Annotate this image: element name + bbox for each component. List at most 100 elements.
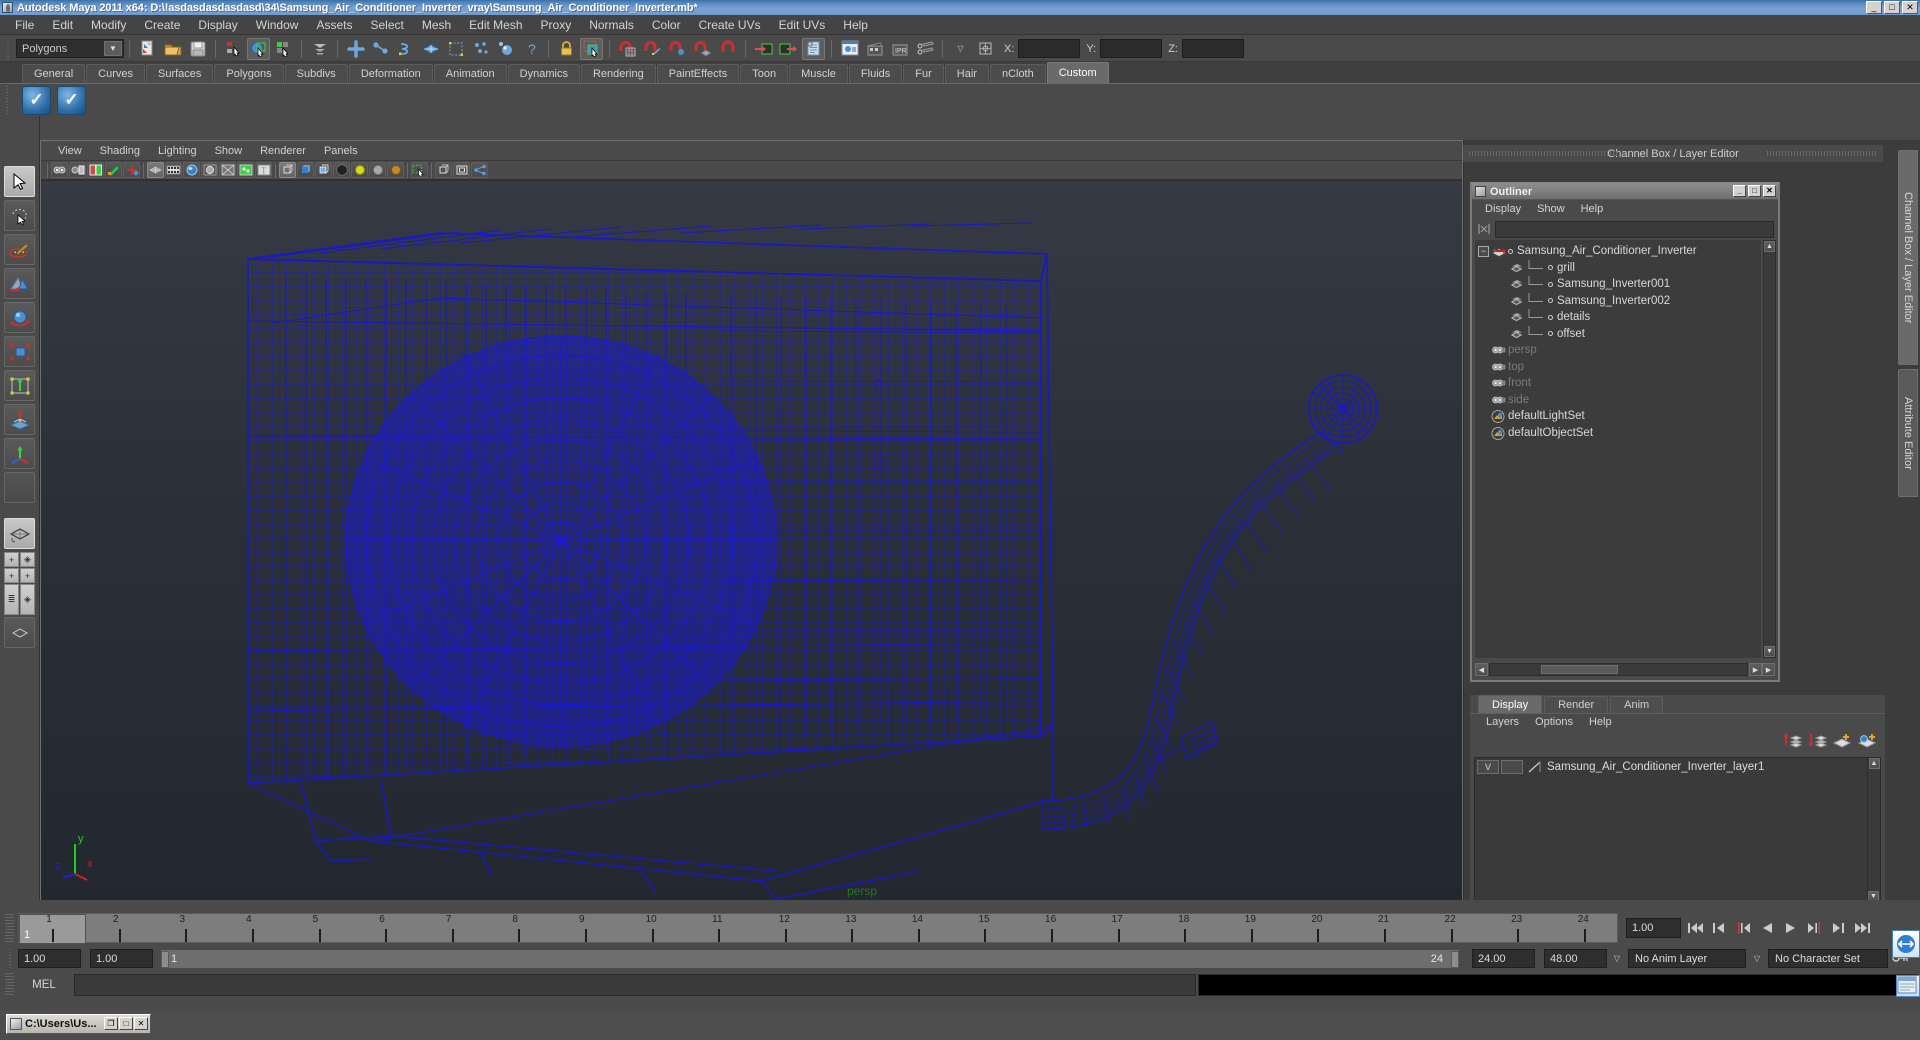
hscroll-thumb[interactable]	[1541, 665, 1619, 674]
hardware-texturing-icon[interactable]	[351, 162, 368, 178]
outliner-search-input[interactable]	[1495, 220, 1774, 238]
anim-end-time-field[interactable]: 48.00	[1544, 949, 1607, 968]
select-by-component-icon[interactable]	[272, 38, 295, 60]
script-editor-icon[interactable]	[1896, 975, 1920, 997]
open-scene-icon[interactable]	[161, 38, 184, 60]
shelf-grip[interactable]	[6, 86, 15, 114]
tab-channel-box-layer-editor[interactable]: Channel Box / Layer Editor	[1898, 150, 1918, 365]
hscroll-track[interactable]	[1489, 663, 1748, 676]
isolate-select-icon[interactable]	[411, 162, 428, 178]
select-camera-icon[interactable]	[51, 162, 68, 178]
help-line-toggle-icon[interactable]	[1892, 930, 1920, 958]
layer-menu-help[interactable]: Help	[1581, 716, 1620, 728]
custom-check-icon-1[interactable]: ✓	[22, 85, 51, 115]
lock-selection-icon[interactable]	[555, 38, 578, 60]
menu-item-color[interactable]: Color	[643, 16, 690, 34]
shelf-tab-muscle[interactable]: Muscle	[789, 64, 848, 83]
move-layer-down-icon[interactable]	[1807, 732, 1827, 748]
new-scene-icon[interactable]	[136, 38, 159, 60]
outliner-tree[interactable]: − Samsung_Air_Conditioner_Inverter grill Sa…	[1475, 240, 1761, 658]
paint-select-tool[interactable]	[4, 234, 35, 265]
shelf-tab-ncloth[interactable]: nCloth	[989, 64, 1046, 83]
highlight-selection-icon[interactable]	[580, 37, 603, 60]
menu-item-create[interactable]: Create	[135, 16, 189, 34]
anim-layer-selector[interactable]: No Anim Layer	[1628, 949, 1746, 968]
minimize-button[interactable]: _	[1866, 1, 1882, 14]
taskbar-restore-button[interactable]: ❐	[104, 1017, 118, 1030]
outliner-item[interactable]: grill	[1475, 259, 1761, 277]
mask-rendering-icon[interactable]	[494, 38, 517, 60]
outliner-item[interactable]: persp	[1475, 342, 1761, 359]
scroll-right-icon[interactable]: ▶	[1749, 663, 1762, 676]
outliner-item[interactable]: Samsung_Inverter001	[1475, 276, 1761, 293]
outliner-menu-help[interactable]: Help	[1573, 203, 1612, 215]
universal-manipulator-tool[interactable]	[4, 370, 35, 401]
mask-dynamics-icon[interactable]	[469, 38, 492, 60]
soft-modification-tool[interactable]	[4, 404, 35, 435]
outliner-item[interactable]: offset	[1475, 325, 1761, 343]
outliner-item[interactable]: top	[1475, 359, 1761, 376]
outliner-item[interactable]: defaultObjectSet	[1475, 425, 1761, 442]
layer-color-swatch[interactable]	[1527, 760, 1543, 774]
outliner-minimize-button[interactable]: _	[1733, 185, 1746, 197]
select-hierarchy-mode-icon[interactable]	[308, 38, 331, 60]
viewport-menu-view[interactable]: View	[49, 144, 91, 158]
outliner-menu-show[interactable]: Show	[1529, 203, 1573, 215]
shelf-tab-fur[interactable]: Fur	[903, 64, 944, 83]
viewport-menu-renderer[interactable]: Renderer	[251, 144, 315, 158]
range-left-handle[interactable]	[161, 951, 169, 968]
command-output-field[interactable]	[1198, 974, 1918, 996]
move-tool[interactable]	[4, 268, 35, 299]
shelf-tab-deformation[interactable]: Deformation	[348, 64, 433, 83]
command-line-grip[interactable]	[5, 973, 14, 997]
outliner-filter-icon[interactable]	[1476, 221, 1492, 237]
shelf-tab-animation[interactable]: Animation	[433, 64, 507, 83]
hardware-lighting-icon[interactable]	[387, 162, 404, 178]
outliner-menu-display[interactable]: Display	[1477, 203, 1529, 215]
shelf-tab-toon[interactable]: Toon	[740, 64, 789, 83]
shelf-tab-subdivs[interactable]: Subdivs	[284, 64, 348, 83]
shelf-tab-rendering[interactable]: Rendering	[580, 64, 656, 83]
mask-surfaces-icon[interactable]	[419, 38, 442, 60]
step-back-frame-icon[interactable]	[1732, 917, 1753, 939]
snap-live-icon[interactable]	[716, 38, 739, 60]
range-right-handle[interactable]	[1451, 951, 1459, 968]
menu-item-modify[interactable]: Modify	[82, 16, 135, 34]
shelf-tab-fluids[interactable]: Fluids	[848, 64, 903, 83]
go-to-start-icon[interactable]	[1684, 917, 1705, 939]
chevron-down-icon-2[interactable]: ▽	[1750, 949, 1764, 968]
menu-item-edit-uvs[interactable]: Edit UVs	[770, 16, 835, 34]
outliner-maximize-button[interactable]: □	[1748, 185, 1761, 197]
shelf-tab-surfaces[interactable]: Surfaces	[145, 64, 214, 83]
camera-attributes-icon[interactable]	[69, 162, 86, 178]
shelf-tab-hair[interactable]: Hair	[944, 64, 989, 83]
taskbar-maximize-button[interactable]: □	[119, 1017, 133, 1030]
layer-list-scrollbar[interactable]: ▲ ▼	[1867, 758, 1880, 902]
outliner-item[interactable]: − Samsung_Air_Conditioner_Inverter	[1475, 243, 1761, 260]
smooth-shade-all-icon[interactable]	[297, 162, 314, 178]
layer-tab-anim[interactable]: Anim	[1610, 696, 1664, 713]
custom-check-icon-2[interactable]: ✓	[57, 85, 86, 115]
render-current-frame-icon[interactable]	[863, 38, 886, 60]
xray-joints-icon[interactable]	[453, 162, 470, 178]
go-to-end-icon[interactable]	[1852, 917, 1873, 939]
output-connections-icon[interactable]	[777, 38, 800, 60]
new-layer-from-selected-icon[interactable]	[1857, 732, 1877, 748]
menu-item-assets[interactable]: Assets	[307, 16, 361, 34]
selection-mode-combo[interactable]: Polygons ▼	[16, 39, 124, 58]
snap-view-plane-icon[interactable]	[691, 38, 714, 60]
outliner-vertical-scrollbar[interactable]: ▲ ▼	[1763, 240, 1776, 658]
time-slider-grip[interactable]	[5, 914, 14, 944]
layer-visibility-toggle[interactable]: V	[1477, 759, 1499, 774]
mask-handle-icon[interactable]	[344, 38, 367, 60]
viewport-menu-shading[interactable]: Shading	[91, 144, 149, 158]
render-view-icon[interactable]	[838, 38, 861, 60]
taskbar-close-button[interactable]: ✕	[134, 1017, 148, 1030]
keyframe-icon[interactable]	[123, 162, 140, 178]
input-connections-icon[interactable]	[752, 38, 775, 60]
mask-deformations-icon[interactable]	[444, 38, 467, 60]
menu-item-mesh[interactable]: Mesh	[413, 16, 460, 34]
film-gate-icon[interactable]	[165, 162, 182, 178]
snap-point-icon[interactable]	[666, 38, 689, 60]
menu-item-select[interactable]: Select	[361, 16, 412, 34]
